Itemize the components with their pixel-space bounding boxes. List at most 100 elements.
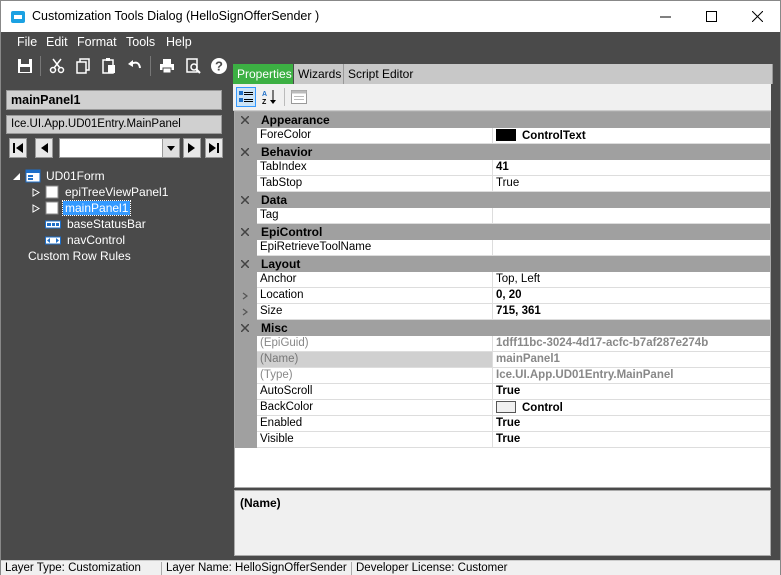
paste-button[interactable] — [98, 55, 120, 77]
category-appearance[interactable]: Appearance — [235, 112, 770, 128]
property-value[interactable] — [493, 208, 770, 224]
property-name: Anchor — [257, 272, 493, 288]
category-epicontrol[interactable]: EpiControl — [235, 224, 770, 240]
property-row-epiguid[interactable]: (EpiGuid) 1dff11bc-3024-4d17-acfc-b7af28… — [235, 336, 770, 352]
property-row-backcolor[interactable]: BackColor Control — [235, 400, 770, 416]
category-behavior[interactable]: Behavior — [235, 144, 770, 160]
property-value[interactable]: 0, 20 — [493, 288, 770, 304]
tree-node-navcontrol[interactable]: navControl — [45, 232, 127, 248]
property-row-tag[interactable]: Tag — [235, 208, 770, 224]
property-value[interactable]: 1dff11bc-3024-4d17-acfc-b7af287e274b — [493, 336, 770, 352]
category-label: Misc — [261, 321, 288, 335]
category-layout[interactable]: Layout — [235, 256, 770, 272]
print-preview-button[interactable] — [182, 55, 204, 77]
row-gutter — [235, 336, 257, 352]
property-row-size[interactable]: Size 715, 361 — [235, 304, 770, 320]
property-row-autoscroll[interactable]: AutoScroll True — [235, 384, 770, 400]
copy-button[interactable] — [72, 55, 94, 77]
tab-properties[interactable]: Properties — [233, 64, 293, 84]
property-name: BackColor — [257, 400, 493, 416]
property-row-name-selected[interactable]: (Name) mainPanel1 — [235, 352, 770, 368]
tree-node-basestatusbar[interactable]: baseStatusBar — [45, 216, 148, 232]
next-icon — [188, 143, 195, 153]
menu-format[interactable]: Format — [77, 35, 117, 49]
tree-node-custom-row-rules[interactable]: Custom Row Rules — [26, 248, 133, 264]
property-row-location[interactable]: Location 0, 20 — [235, 288, 770, 304]
menu-bar: File Edit Format Tools Help — [1, 32, 780, 52]
close-button[interactable] — [734, 1, 780, 32]
property-value[interactable]: 715, 361 — [493, 304, 770, 320]
collapse-icon — [241, 148, 249, 156]
tree-node-mainpanel1[interactable]: mainPanel1 — [32, 200, 132, 216]
maximize-icon — [705, 11, 717, 22]
minimize-button[interactable] — [642, 1, 688, 32]
property-value[interactable]: True — [493, 416, 770, 432]
property-value[interactable] — [493, 240, 770, 256]
tree-node-label: baseStatusBar — [67, 217, 146, 231]
tab-wizards[interactable]: Wizards — [294, 64, 344, 84]
category-data[interactable]: Data — [235, 192, 770, 208]
control-selector[interactable] — [59, 138, 180, 158]
property-name: Tag — [257, 208, 493, 224]
property-value[interactable]: mainPanel1 — [493, 352, 770, 368]
property-name: TabIndex — [257, 160, 493, 176]
menu-file[interactable]: File — [17, 35, 37, 49]
undo-button[interactable] — [124, 55, 146, 77]
property-value-cell[interactable]: ControlText — [493, 128, 770, 144]
property-row-tabindex[interactable]: TabIndex 41 — [235, 160, 770, 176]
property-value[interactable]: Top, Left — [493, 272, 770, 288]
expand-icon[interactable] — [235, 304, 257, 320]
help-button[interactable]: ? — [208, 55, 230, 77]
print-icon — [160, 59, 174, 74]
first-button[interactable] — [9, 138, 27, 158]
property-row-visible[interactable]: Visible True — [235, 432, 770, 448]
property-value[interactable]: True — [493, 384, 770, 400]
collapse-icon — [241, 116, 249, 124]
selector-dropdown-button[interactable] — [162, 139, 179, 157]
last-button[interactable] — [205, 138, 223, 158]
property-row-type[interactable]: (Type) Ice.UI.App.UD01Entry.MainPanel — [235, 368, 770, 384]
tree-node-root[interactable]: UD01Form — [12, 168, 107, 184]
alphabetical-button[interactable]: AZ — [259, 87, 279, 107]
menu-edit[interactable]: Edit — [46, 35, 68, 49]
previous-button[interactable] — [35, 138, 53, 158]
property-row-epiretrievetoolname[interactable]: EpiRetrieveToolName — [235, 240, 770, 256]
cut-button[interactable] — [46, 55, 68, 77]
row-gutter — [235, 160, 257, 176]
menu-tools[interactable]: Tools — [126, 35, 155, 49]
tab-script-editor[interactable]: Script Editor — [344, 64, 773, 84]
tree-node-label: epiTreeViewPanel1 — [65, 185, 169, 199]
property-value: ControlText — [522, 130, 586, 142]
property-row-tabstop[interactable]: TabStop True — [235, 176, 770, 192]
property-value[interactable]: 41 — [493, 160, 770, 176]
property-pages-button[interactable] — [289, 87, 309, 107]
property-value[interactable]: Ice.UI.App.UD01Entry.MainPanel — [493, 368, 770, 384]
tab-strip: Properties Wizards Script Editor — [233, 64, 773, 84]
svg-text:?: ? — [215, 59, 223, 74]
expand-icon[interactable] — [235, 288, 257, 304]
property-row-forecolor[interactable]: ForeColor ControlText — [235, 128, 770, 144]
category-misc[interactable]: Misc — [235, 320, 770, 336]
property-name: (Type) — [257, 368, 493, 384]
collapse-icon — [241, 260, 249, 268]
next-button[interactable] — [183, 138, 201, 158]
categorized-button[interactable] — [236, 87, 256, 107]
property-row-anchor[interactable]: Anchor Top, Left — [235, 272, 770, 288]
save-button[interactable] — [14, 55, 36, 77]
row-gutter — [235, 352, 257, 368]
toolbar-separator — [284, 88, 285, 106]
property-value[interactable]: True — [493, 432, 770, 448]
maximize-button[interactable] — [688, 1, 734, 32]
property-name: ForeColor — [257, 128, 493, 144]
window-title: Customization Tools Dialog (HelloSignOff… — [32, 9, 320, 23]
property-value-cell[interactable]: Control — [493, 400, 770, 416]
status-bar: Layer Type: Customization Layer Name: He… — [1, 560, 780, 575]
tree-node-epitreeviewpanel1[interactable]: epiTreeViewPanel1 — [32, 184, 170, 200]
property-row-enabled[interactable]: Enabled True — [235, 416, 770, 432]
control-tree: UD01Form epiTreeViewPanel1 mainPanel1 ba… — [4, 164, 222, 560]
property-value[interactable]: True — [493, 176, 770, 192]
row-gutter — [235, 128, 257, 144]
property-description-panel: (Name) — [234, 490, 771, 556]
print-button[interactable] — [156, 55, 178, 77]
menu-help[interactable]: Help — [166, 35, 192, 49]
